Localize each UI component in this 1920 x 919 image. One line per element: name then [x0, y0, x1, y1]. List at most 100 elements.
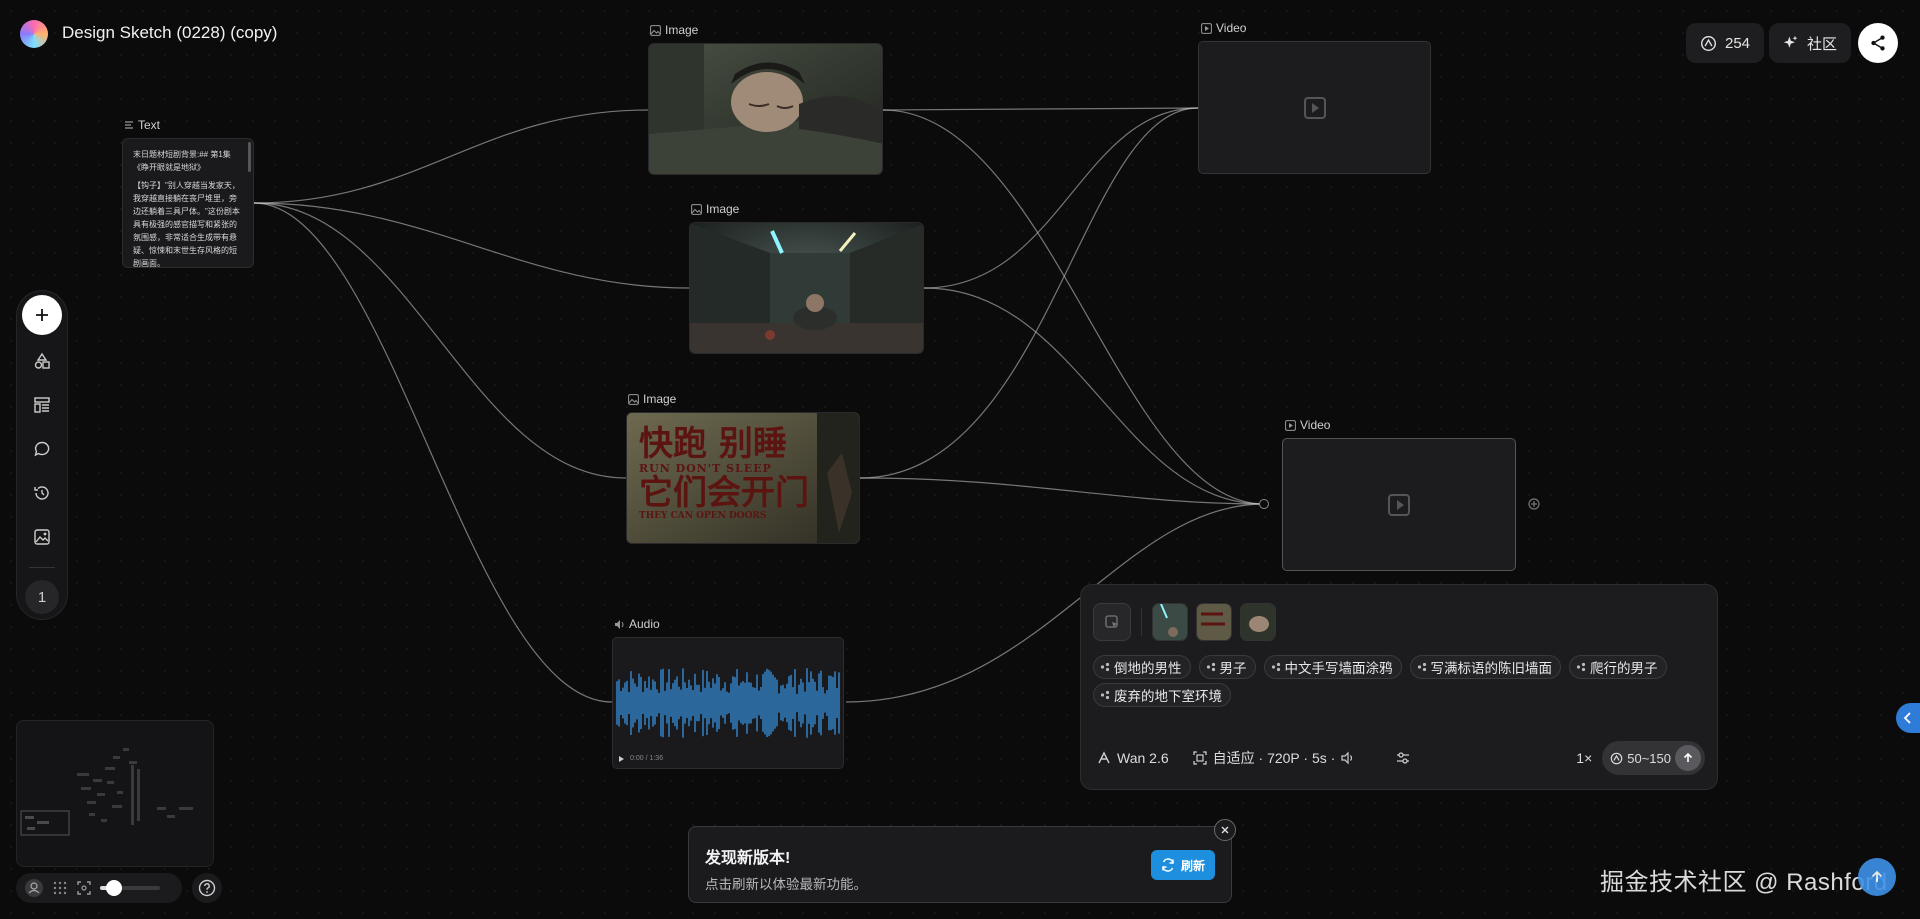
output-settings[interactable]: 自适应 · 720P · 5s · [1192, 748, 1356, 768]
video-icon [1285, 419, 1296, 431]
audio-time: 0:00 / 1:36 [630, 755, 664, 762]
select-cursor-icon [1105, 615, 1118, 628]
adjust-settings-icon[interactable] [1395, 750, 1411, 766]
layout-icon [34, 397, 50, 413]
grid-icon[interactable] [52, 880, 68, 896]
help-button[interactable] [192, 873, 222, 903]
refresh-button[interactable]: 刷新 [1150, 850, 1215, 880]
video-node-2[interactable] [1282, 438, 1516, 571]
credits-button[interactable]: 254 [1686, 23, 1765, 63]
tag-link-icon [1206, 662, 1215, 672]
prompt-tag[interactable]: 爬行的男子 [1569, 655, 1667, 679]
chat-bubble-icon [34, 441, 50, 457]
graffiti-line-1: 快跑 别睡 [639, 424, 787, 464]
toast-body: 点击刷新以体验最新功能。 [705, 877, 867, 892]
reference-thumbnail-2[interactable] [1196, 603, 1232, 641]
canvas-controls [16, 873, 182, 903]
play-icon[interactable] [619, 755, 624, 762]
video-placeholder-icon [1388, 493, 1410, 516]
prompt-tag-label: 写满标语的陈旧墙面 [1430, 661, 1553, 676]
video-placeholder-icon [1303, 96, 1326, 119]
reference-thumbnail-3[interactable] [1240, 603, 1276, 641]
minimap-canvas [20, 748, 193, 836]
reference-thumbnail-1[interactable] [1152, 603, 1188, 641]
generate-cost: 50~150 [1627, 750, 1671, 766]
image-icon [691, 203, 702, 215]
refresh-label: 刷新 [1180, 858, 1205, 873]
prompt-tag[interactable]: 写满标语的陈旧墙面 [1409, 655, 1561, 679]
sparkle-icon [1783, 35, 1798, 48]
graffiti-line-3: 它们会开门 [639, 473, 809, 513]
community-label: 社区 [1807, 35, 1838, 53]
prompt-tag-label: 废弃的地下室环境 [1114, 689, 1222, 704]
fit-view-icon[interactable] [76, 880, 92, 896]
shapes-icon [34, 352, 50, 369]
share-icon [1871, 35, 1885, 51]
audio-waveform [616, 668, 840, 738]
prompt-tag[interactable]: 倒地的男性 [1093, 655, 1191, 679]
submit-arrow-button[interactable] [1675, 745, 1701, 771]
prompt-tag[interactable]: 废弃的地下室环境 [1093, 683, 1231, 707]
image-icon [628, 393, 639, 405]
prompt-tag-label: 中文手写墙面涂鸦 [1284, 661, 1393, 676]
prompt-tag-label: 倒地的男性 [1114, 661, 1182, 676]
graffiti-line-4: THEY CAN OPEN DOORS [639, 511, 767, 521]
select-reference-button[interactable] [1093, 603, 1131, 641]
toast-title: 发现新版本! [705, 850, 791, 867]
audio-node[interactable]: 0:00 / 1:36 [612, 637, 844, 769]
prompt-tag-label: 男子 [1219, 661, 1247, 676]
prompt-tag[interactable]: 男子 [1198, 655, 1256, 679]
image-node-2[interactable] [689, 222, 924, 354]
text-node-label: Text [124, 118, 160, 132]
page-number-button[interactable]: 1 [25, 580, 59, 614]
zoom-slider[interactable] [100, 880, 160, 896]
audio-icon [615, 619, 624, 629]
shapes-button[interactable] [24, 343, 60, 379]
history-button[interactable] [24, 475, 60, 511]
credits-count: 254 [1725, 34, 1751, 52]
app-logo[interactable] [20, 20, 48, 48]
text-icon [125, 121, 133, 129]
credits-icon [1701, 35, 1716, 51]
arrow-up-icon [1871, 870, 1883, 882]
video-icon [1201, 22, 1212, 34]
minimap[interactable] [16, 720, 214, 867]
tag-link-icon [1417, 662, 1426, 672]
watermark: 掘金技术社区 @ Rashford [1600, 869, 1888, 896]
generation-panel: 倒地的男性 男子 中文手写墙面涂鸦 写满标语的陈旧墙面 爬行的男子废弃的地下室环境 Wa… [1080, 584, 1718, 790]
left-toolbar: 1 [16, 290, 68, 620]
panel-footer: Wan 2.6 自适应 · 720P · 5s · 1× 50~150 [1097, 741, 1705, 775]
video-node-1[interactable] [1198, 41, 1431, 174]
sound-icon [1341, 751, 1353, 765]
image-node-3[interactable]: 快跑 别睡 RUN DON'T SLEEP 它们会开门 THEY CAN OPE… [626, 412, 860, 544]
project-title[interactable]: Design Sketch (0228) (copy) [62, 23, 277, 43]
community-button[interactable]: 社区 [1769, 23, 1852, 63]
add-node-button[interactable] [22, 295, 62, 335]
reference-thumbnails [1093, 603, 1276, 641]
image-gallery-icon [34, 529, 50, 545]
prompt-tag[interactable]: 中文手写墙面涂鸦 [1263, 655, 1402, 679]
zoom-slider-handle[interactable] [106, 880, 122, 896]
image-node-3-label: Image [628, 392, 676, 406]
collapse-side-panel-button[interactable] [1896, 703, 1920, 733]
share-button[interactable] [1858, 23, 1898, 63]
assets-button[interactable] [24, 519, 60, 555]
toolbar-divider [29, 567, 55, 568]
avatar-icon[interactable] [24, 878, 44, 898]
toast-close-button[interactable] [1214, 819, 1236, 841]
scroll-top-button[interactable] [1858, 858, 1896, 896]
quantity-multiplier[interactable]: 1× [1576, 750, 1592, 766]
generate-button[interactable]: 50~150 [1602, 741, 1705, 775]
text-node-scrollbar[interactable] [248, 142, 251, 172]
tag-link-icon [1100, 662, 1110, 672]
plus-icon [36, 309, 48, 321]
comments-button[interactable] [24, 431, 60, 467]
text-node[interactable]: 末日题材短剧背景:## 第1集《睁开眼就是地狱》 【钩子】"别人穿越当发家天，我… [122, 138, 254, 268]
audio-node-label: Audio [614, 617, 660, 631]
image-node-1[interactable] [648, 43, 883, 175]
model-select[interactable]: Wan 2.6 [1097, 750, 1169, 766]
update-toast: 发现新版本! 点击刷新以体验最新功能。 刷新 [688, 826, 1232, 903]
prompt-tag-label: 爬行的男子 [1590, 661, 1658, 676]
arrow-up-icon [1683, 752, 1693, 762]
templates-button[interactable] [24, 387, 60, 423]
